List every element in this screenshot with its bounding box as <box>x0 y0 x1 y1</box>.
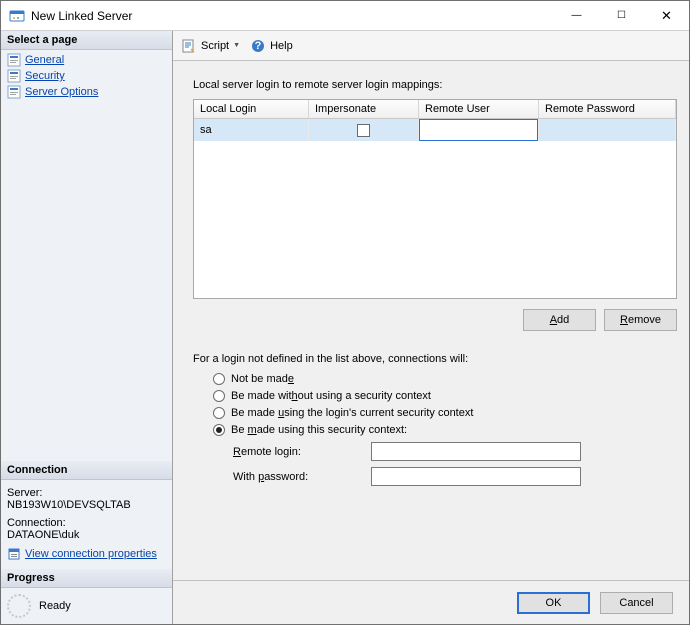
radio-label: Be made using the login's current securi… <box>231 407 473 419</box>
svg-text:?: ? <box>255 40 262 52</box>
window-title: New Linked Server <box>31 9 554 23</box>
help-icon: ? <box>250 38 266 54</box>
remote-login-label: Remote login: <box>233 446 363 458</box>
radio-icon[interactable] <box>213 424 225 436</box>
cancel-button[interactable]: Cancel <box>600 592 673 614</box>
script-label: Script <box>201 40 229 52</box>
progress-status: Ready <box>39 600 71 612</box>
col-impersonate[interactable]: Impersonate <box>309 100 419 118</box>
help-label: Help <box>270 40 293 52</box>
page-icon <box>7 85 21 99</box>
dialog-footer: OK Cancel <box>173 580 689 624</box>
dialog-window: New Linked Server — ☐ ✕ Select a page Ge… <box>0 0 690 625</box>
impersonate-checkbox[interactable] <box>357 124 370 137</box>
page-label: Server Options <box>25 86 98 98</box>
radio-this-context[interactable]: Be made using this security context: <box>213 424 677 436</box>
script-button[interactable]: Script ▼ <box>181 38 240 54</box>
radio-label: Not be made <box>231 373 294 385</box>
toolbar: Script ▼ ? Help <box>173 31 689 61</box>
window-buttons: — ☐ ✕ <box>554 1 689 30</box>
app-icon <box>9 8 25 24</box>
radio-icon[interactable] <box>213 390 225 402</box>
page-icon <box>7 53 21 67</box>
progress-header: Progress <box>1 569 172 588</box>
connection-value: DATAONE\duk <box>7 529 166 541</box>
col-remote-user[interactable]: Remote User <box>419 100 539 118</box>
left-panel: Select a page General Security <box>1 31 173 624</box>
remote-login-input[interactable] <box>371 442 581 461</box>
radio-current-context[interactable]: Be made using the login's current securi… <box>213 407 677 419</box>
ok-button[interactable]: OK <box>517 592 590 614</box>
page-label: Security <box>25 70 65 82</box>
table-row[interactable]: sa <box>194 119 676 141</box>
page-server-options[interactable]: Server Options <box>5 84 168 100</box>
radio-label: Be made without using a security context <box>231 390 431 402</box>
grid-header-row: Local Login Impersonate Remote User Remo… <box>194 100 676 119</box>
spinner-icon <box>7 594 31 618</box>
titlebar[interactable]: New Linked Server — ☐ ✕ <box>1 1 689 31</box>
cell-impersonate[interactable] <box>309 119 419 141</box>
chevron-down-icon: ▼ <box>233 42 240 49</box>
connection-label: Connection: <box>7 517 166 529</box>
page-security[interactable]: Security <box>5 68 168 84</box>
server-label: Server: <box>7 487 166 499</box>
page-icon <box>7 69 21 83</box>
radio-not-made[interactable]: Not be made <box>213 373 677 385</box>
col-local-login[interactable]: Local Login <box>194 100 309 118</box>
radio-icon[interactable] <box>213 373 225 385</box>
page-general[interactable]: General <box>5 52 168 68</box>
script-icon <box>181 38 197 54</box>
minimize-button[interactable]: — <box>554 1 599 30</box>
col-remote-password[interactable]: Remote Password <box>539 100 676 118</box>
radio-label: Be made using this security context: <box>231 424 407 436</box>
view-props-label: View connection properties <box>25 548 157 560</box>
view-connection-properties-link[interactable]: View connection properties <box>7 547 166 561</box>
add-button[interactable]: Add <box>523 309 596 331</box>
remote-user-input[interactable] <box>419 119 538 141</box>
help-button[interactable]: ? Help <box>250 38 293 54</box>
page-label: General <box>25 54 64 66</box>
cell-remote-user[interactable] <box>419 119 539 141</box>
with-password-input[interactable] <box>371 467 581 486</box>
remove-button[interactable]: Remove <box>604 309 677 331</box>
select-page-header: Select a page <box>1 31 172 50</box>
close-button[interactable]: ✕ <box>644 1 689 30</box>
connection-header: Connection <box>1 461 172 480</box>
server-value: NB193W10\DEVSQLTAB <box>7 499 166 511</box>
cell-local-login[interactable]: sa <box>194 119 309 141</box>
properties-icon <box>7 547 21 561</box>
radio-without-security[interactable]: Be made without using a security context <box>213 390 677 402</box>
radio-icon[interactable] <box>213 407 225 419</box>
maximize-button[interactable]: ☐ <box>599 1 644 30</box>
right-panel: Script ▼ ? Help Local server login to re… <box>173 31 689 624</box>
with-password-label: With password: <box>233 471 363 483</box>
connections-rule-label: For a login not defined in the list abov… <box>193 353 677 365</box>
mappings-label: Local server login to remote server logi… <box>193 79 677 91</box>
login-mappings-grid[interactable]: Local Login Impersonate Remote User Remo… <box>193 99 677 299</box>
cell-remote-password[interactable] <box>539 119 676 141</box>
